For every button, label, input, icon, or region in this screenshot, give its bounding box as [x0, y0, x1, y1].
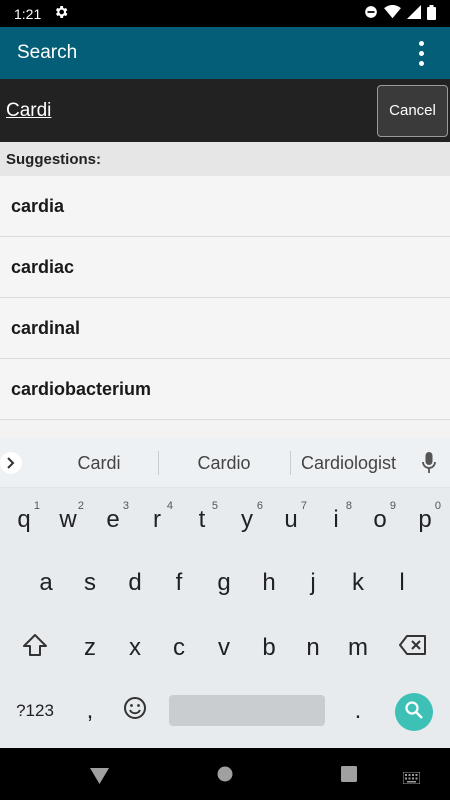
emoji-icon	[123, 696, 147, 727]
microphone-icon[interactable]	[422, 452, 436, 478]
key-d[interactable]: d	[113, 554, 157, 612]
key-y[interactable]: y6	[225, 491, 269, 549]
key-hint: 1	[33, 500, 40, 512]
keyboard-switch-icon[interactable]	[402, 769, 421, 788]
key-label: e	[106, 506, 120, 533]
key-i[interactable]: i8	[314, 491, 358, 549]
key-label: p	[418, 506, 432, 533]
key-t[interactable]: t5	[180, 491, 224, 549]
battery-icon	[427, 4, 436, 23]
key-label: i	[333, 506, 339, 533]
key-q[interactable]: q1	[2, 491, 46, 549]
suggestions-list: cardia cardiac cardinal cardiobacterium	[0, 176, 450, 439]
key-label: y	[241, 506, 253, 533]
key-g[interactable]: g	[202, 554, 246, 612]
cancel-button[interactable]: Cancel	[377, 84, 448, 137]
list-item[interactable]: cardinal	[0, 298, 450, 359]
settings-icon	[53, 4, 69, 23]
shift-icon	[22, 633, 48, 664]
key-c[interactable]: c	[157, 619, 201, 677]
key-h[interactable]: h	[247, 554, 291, 612]
key-r[interactable]: r4	[135, 491, 179, 549]
key-s[interactable]: s	[68, 554, 112, 612]
key-u[interactable]: u7	[269, 491, 313, 549]
key-o[interactable]: o9	[358, 491, 402, 549]
keyboard-suggestion[interactable]: Cardiologist	[291, 438, 406, 488]
keyboard-suggestion[interactable]: Cardi	[40, 438, 158, 488]
shift-key[interactable]	[13, 619, 57, 677]
key-hint: 5	[211, 500, 218, 512]
dot	[418, 40, 424, 46]
key-p[interactable]: p0	[403, 491, 447, 549]
status-bar: 1:21	[0, 0, 450, 27]
search-action-button[interactable]	[395, 693, 433, 731]
app-title: Search	[17, 42, 78, 63]
key-hint: 2	[77, 500, 84, 512]
navigation-bar	[0, 748, 450, 800]
keyboard-suggestion[interactable]: Cardio	[159, 438, 289, 488]
recents-icon[interactable]	[341, 766, 357, 786]
key-w[interactable]: w2	[46, 491, 90, 549]
key-label: q	[17, 506, 31, 533]
key-label: w	[59, 506, 77, 533]
search-input[interactable]: Cardi	[6, 100, 377, 122]
search-row: Cardi Cancel	[0, 79, 450, 142]
dot	[418, 50, 424, 56]
suggestions-header: Suggestions:	[0, 142, 450, 176]
keyboard: Cardi Cardio Cardiologist q1 w2 e3 r4 t5…	[0, 438, 450, 748]
key-j[interactable]: j	[291, 554, 335, 612]
period-key[interactable]: .	[336, 682, 380, 740]
backspace-icon	[399, 634, 427, 662]
search-icon	[404, 700, 424, 724]
key-label: u	[284, 506, 298, 533]
list-item[interactable]: cardiac	[0, 237, 450, 298]
backspace-key[interactable]	[391, 619, 435, 677]
key-f[interactable]: f	[157, 554, 201, 612]
back-icon[interactable]	[90, 768, 109, 788]
key-x[interactable]: x	[113, 619, 157, 677]
key-z[interactable]: z	[68, 619, 112, 677]
key-label: t	[198, 506, 206, 533]
key-e[interactable]: e3	[91, 491, 135, 549]
dot	[418, 60, 424, 66]
overflow-menu-button[interactable]	[406, 33, 436, 73]
key-n[interactable]: n	[291, 619, 335, 677]
signal-icon	[407, 5, 421, 22]
symbols-key[interactable]: ?123	[6, 682, 64, 740]
key-a[interactable]: a	[24, 554, 68, 612]
wifi-icon	[384, 5, 401, 22]
key-hint: 3	[122, 500, 129, 512]
status-time: 1:21	[14, 5, 42, 22]
list-item[interactable]: cardia	[0, 176, 450, 237]
key-m[interactable]: m	[336, 619, 380, 677]
keyboard-suggestion-strip: Cardi Cardio Cardiologist	[0, 438, 450, 488]
key-hint: 4	[166, 500, 173, 512]
app-bar: Search	[0, 27, 450, 79]
key-v[interactable]: v	[202, 619, 246, 677]
key-k[interactable]: k	[336, 554, 380, 612]
key-l[interactable]: l	[380, 554, 424, 612]
expand-suggestions-icon[interactable]	[0, 452, 22, 474]
key-hint: 8	[345, 500, 352, 512]
list-item[interactable]: cardiobacterium	[0, 359, 450, 420]
key-hint: 0	[434, 500, 441, 512]
spacebar[interactable]	[169, 695, 325, 726]
key-b[interactable]: b	[247, 619, 291, 677]
key-label: r	[153, 506, 161, 533]
emoji-key[interactable]	[113, 682, 157, 740]
comma-key[interactable]: ,	[68, 682, 112, 740]
key-hint: 9	[389, 500, 396, 512]
dnd-icon	[364, 5, 378, 22]
key-label: o	[373, 506, 387, 533]
key-hint: 6	[256, 500, 263, 512]
home-icon[interactable]	[217, 766, 233, 786]
key-hint: 7	[300, 500, 307, 512]
